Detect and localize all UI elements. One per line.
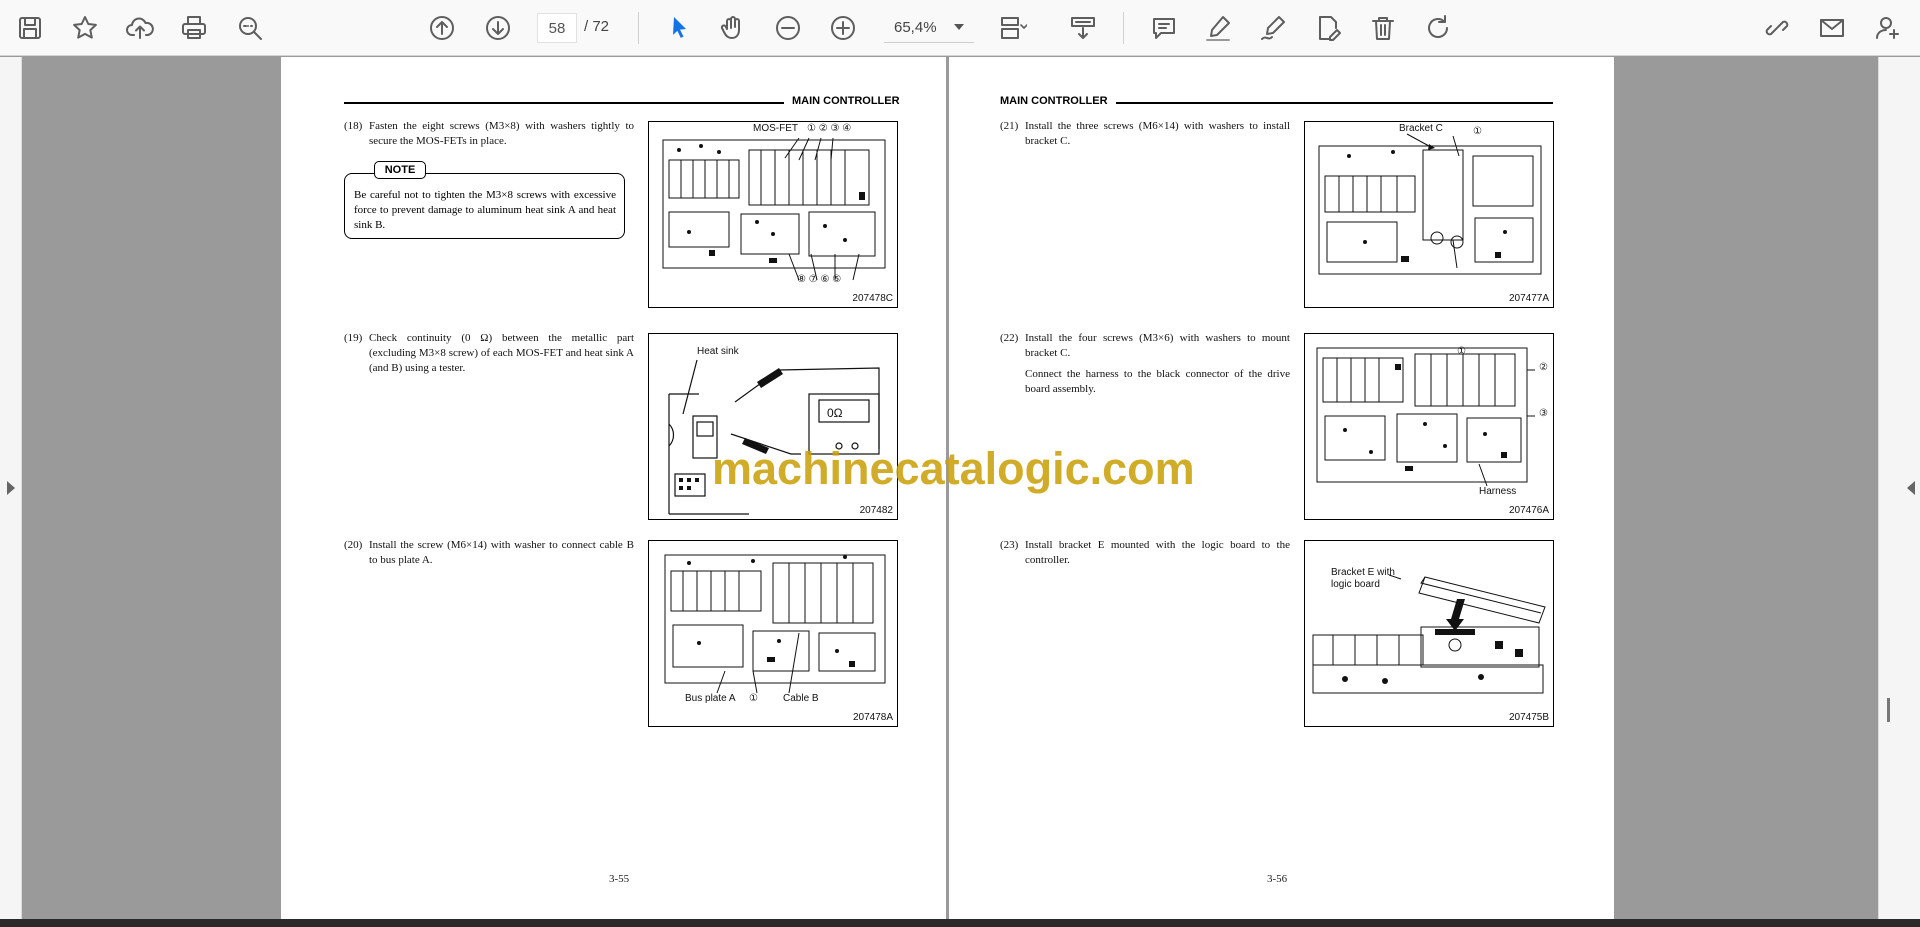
page-number: 3-55 [609,873,630,885]
email-icon[interactable] [1810,6,1854,50]
figure-code: 207478A [852,712,893,723]
toolbar-divider [1123,12,1124,44]
figure-label: Heat sink [697,346,739,357]
add-user-icon[interactable] [1866,6,1910,50]
procedure-step: (20) Install the screw (M6×14) with wash… [344,538,634,568]
figure-bracket-c: Bracket C ① 207477A [1304,121,1554,308]
figure-label: MOS-FET [753,123,798,134]
procedure-step: (19) Check continuity (0 Ω) between the … [344,331,634,376]
page-number-input[interactable] [537,13,577,43]
chevron-down-icon[interactable] [954,24,964,30]
page-down-icon[interactable] [476,6,520,50]
zoom-search-icon[interactable] [228,6,272,50]
step-text: Fasten the eight screws (M3×8) with wash… [369,120,634,147]
delete-icon[interactable] [1361,6,1405,50]
figure-label: ① [1457,346,1466,357]
bracket-c-drawing [1318,133,1542,275]
expand-left-panel-icon[interactable] [7,481,15,495]
zoom-level-value: 65,4% [894,19,937,36]
step-text-continued: Connect the harness to the black connect… [1025,368,1290,395]
toolbar: / 72 65,4% [0,0,1920,56]
step-text: Install the screw (M6×14) with washer to… [369,539,634,566]
save-icon[interactable] [8,6,52,50]
zoom-in-icon[interactable] [821,6,865,50]
step-text: Install bracket E mounted with the logic… [1025,539,1290,566]
procedure-step: (23) Install bracket E mounted with the … [1000,538,1290,568]
page-header: MAIN CONTROLLER [344,95,900,109]
figure-label: 0Ω [827,406,843,420]
figure-circuit-board: MOS-FET ① ② ③ ④ ⑧ ⑦ ⑥ ⑤ 207478C [648,121,898,308]
sign-icon[interactable] [1251,6,1295,50]
step-number: (21) [1000,120,1019,132]
figure-label: logic board [1331,579,1380,590]
figure-label: Bracket E with [1331,567,1395,578]
figure-label: Bus plate A [685,693,736,704]
rotate-icon[interactable] [1416,6,1460,50]
scroll-mode-icon[interactable] [1061,6,1105,50]
header-title: MAIN CONTROLLER [792,95,900,107]
zoom-out-icon[interactable] [766,6,810,50]
page-header: MAIN CONTROLLER [1000,95,1555,109]
figure-bracket-e: Bracket E with logic board 207475B [1304,540,1554,727]
note-box: Be careful not to tighten the M3×8 screw… [344,173,625,239]
expand-right-panel-icon[interactable] [1907,481,1915,495]
figure-label: Bracket C [1399,123,1443,134]
figure-label: Harness [1479,486,1517,497]
toolbar-divider [638,12,639,44]
hand-icon[interactable] [711,6,755,50]
figure-code: 207475B [1508,712,1549,723]
star-icon[interactable] [63,6,107,50]
procedure-step: (21) Install the three screws (M6×14) wi… [1000,119,1290,149]
harness-drawing [1316,347,1535,487]
select-cursor-icon[interactable] [657,6,701,50]
step-number: (20) [344,539,363,551]
figure-label: ① [1473,126,1482,137]
figure-label: ② [1539,362,1548,373]
figure-code: 207482 [859,505,893,516]
highlight-icon[interactable] [1196,6,1240,50]
figure-code: 207476A [1508,505,1549,516]
figure-label: ① ② ③ ④ [807,123,852,134]
figure-code: 207477A [1508,293,1549,304]
step-text: Install the three screws (M6×14) with wa… [1025,120,1290,147]
procedure-step: (22) Install the four screws (M3×6) with… [1000,331,1290,397]
step-number: (18) [344,120,363,132]
figure-label: ① [749,693,758,704]
note-label: NOTE [374,161,426,179]
share-link-icon[interactable] [1755,6,1799,50]
page-up-icon[interactable] [420,6,464,50]
page-number: 3-56 [1267,873,1288,885]
step-number: (19) [344,332,363,344]
figure-bus-plate: Bus plate A ① Cable B 207478A [648,540,898,727]
figure-code: 207478C [852,293,893,304]
circuit-board-drawing [662,137,886,281]
bottom-bar [0,919,1920,927]
step-text: Check continuity (0 Ω) between the metal… [369,332,634,374]
figure-label: ⑧ ⑦ ⑥ ⑤ [797,274,842,285]
header-rule [344,102,784,104]
page-total: / 72 [584,18,610,35]
procedure-step: (18) Fasten the eight screws (M3×8) with… [344,119,634,149]
figure-harness: ① ② ③ Harness 207476A [1304,333,1554,520]
watermark: machinecatalogic.com [712,443,1195,494]
step-number: (23) [1000,539,1019,551]
note-text: Be careful not to tighten the M3×8 screw… [354,189,616,231]
step-number: (22) [1000,332,1019,344]
header-title: MAIN CONTROLLER [1000,95,1108,107]
step-text: Install the four screws (M3×6) with wash… [1025,332,1290,359]
figure-label: Cable B [783,693,819,704]
scrollbar-thumb[interactable] [1887,698,1890,722]
upload-icon[interactable] [118,6,162,50]
fit-page-icon[interactable] [990,6,1034,50]
edit-text-icon[interactable] [1306,6,1350,50]
header-rule [1116,102,1553,104]
comment-icon[interactable] [1142,6,1186,50]
figure-label: ③ [1539,408,1548,419]
print-icon[interactable] [172,6,216,50]
